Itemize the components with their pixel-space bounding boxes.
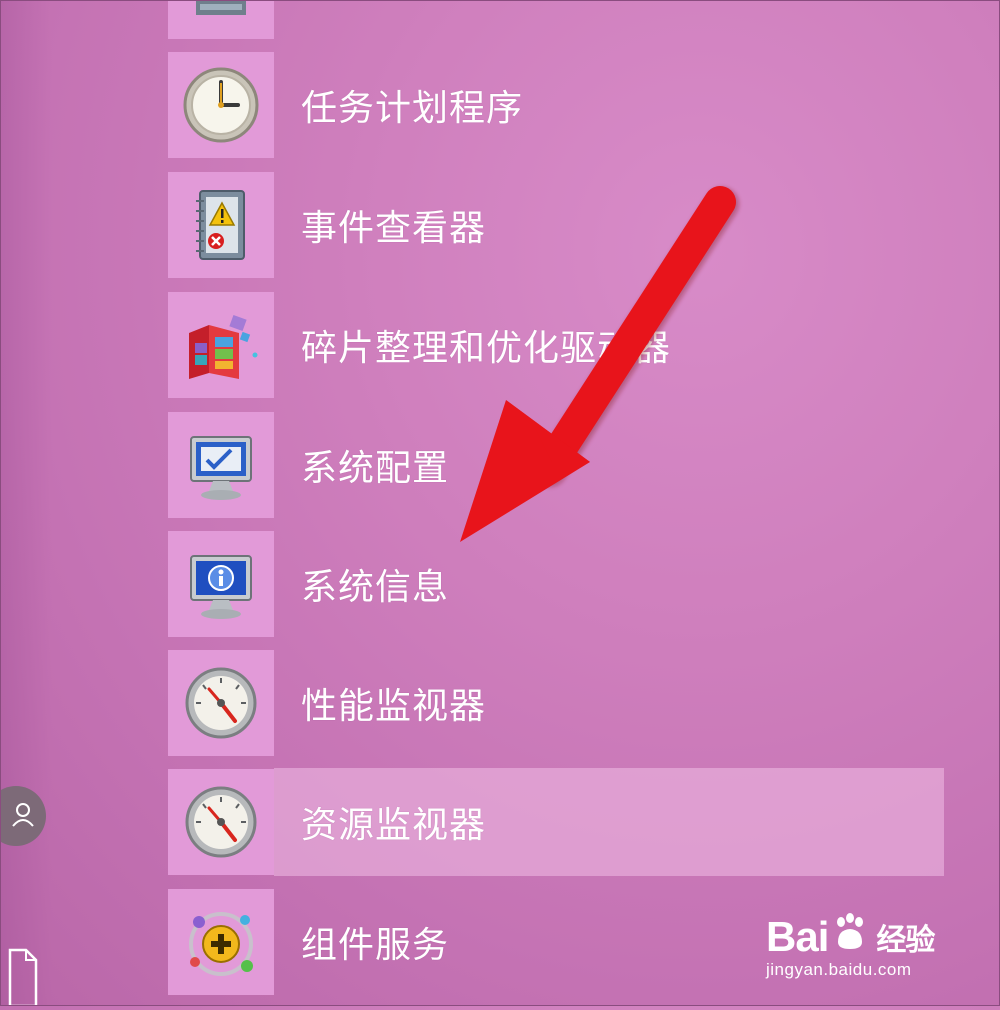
screenshot-border xyxy=(0,0,1000,1006)
